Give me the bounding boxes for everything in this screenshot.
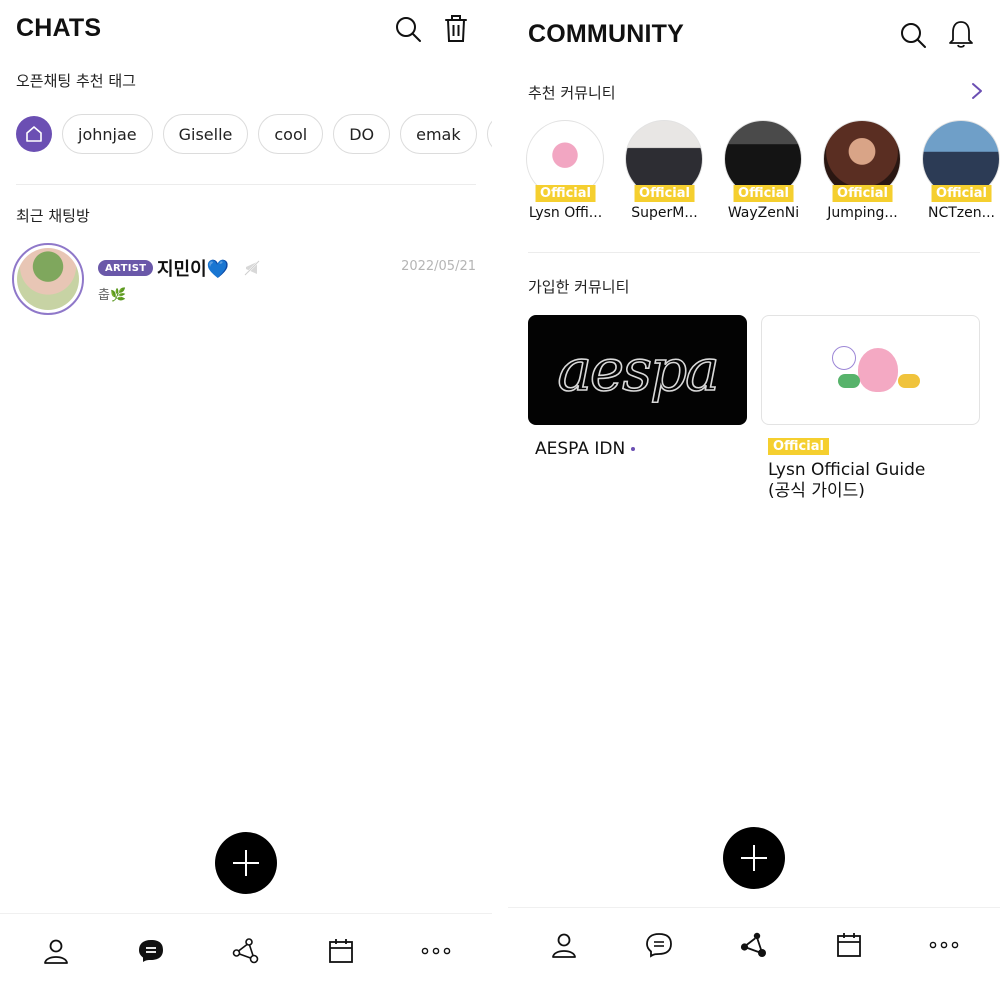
official-badge: Official xyxy=(931,185,992,202)
chat-icon[interactable] xyxy=(639,925,679,965)
official-badge: Official xyxy=(832,185,893,202)
more-icon[interactable] xyxy=(924,925,964,965)
new-chat-button[interactable] xyxy=(215,832,277,894)
chats-screen: CHATS 오픈채팅 추천 태그 johnjae Giselle cool DO… xyxy=(0,0,492,989)
chevron-right-icon[interactable] xyxy=(970,81,984,105)
mascot-friend xyxy=(838,374,860,388)
home-tag-button[interactable] xyxy=(16,116,52,152)
mascot-friend xyxy=(898,374,920,388)
artist-badge: ARTIST xyxy=(98,260,154,276)
search-icon[interactable] xyxy=(392,13,424,45)
recommended-list: Official Lysn Offi... Official SuperM...… xyxy=(526,120,1000,230)
tag-chip[interactable]: johnjae xyxy=(62,114,153,154)
official-badge: Official xyxy=(768,438,829,455)
home-icon xyxy=(26,126,42,142)
divider xyxy=(16,184,476,185)
chat-icon[interactable] xyxy=(131,931,171,971)
community-name: SuperM... xyxy=(631,205,698,221)
plus-icon xyxy=(233,850,259,876)
lysn-logo xyxy=(832,346,856,370)
official-badge: Official xyxy=(634,185,695,202)
create-community-button[interactable] xyxy=(723,827,785,889)
trash-icon[interactable] xyxy=(440,13,472,45)
community-name[interactable]: Lysn Official Guide (공식 가이드) xyxy=(768,460,925,502)
bottom-nav xyxy=(508,907,1000,981)
mute-icon xyxy=(243,259,261,281)
more-icon[interactable] xyxy=(416,931,456,971)
bell-icon[interactable] xyxy=(945,18,977,50)
community-icon[interactable] xyxy=(226,931,266,971)
community-name: WayZenNi xyxy=(727,205,800,221)
tag-chip[interactable]: emak xyxy=(400,114,477,154)
community-card-recommended[interactable]: Official SuperM... xyxy=(625,120,704,230)
recommended-communities-label: 추천 커뮤니티 xyxy=(528,84,616,102)
bear-mascot xyxy=(858,348,898,392)
page-title: CHATS xyxy=(16,14,102,42)
chat-last-message: 춥🌿 xyxy=(98,288,127,303)
joined-communities-label: 가입한 커뮤니티 xyxy=(528,278,630,296)
divider xyxy=(528,252,980,253)
avatar xyxy=(12,243,84,315)
official-badge: Official xyxy=(733,185,794,202)
unread-dot xyxy=(631,447,636,451)
recent-chats-label: 최근 채팅방 xyxy=(16,207,90,225)
tag-list: johnjae Giselle cool DO emak m xyxy=(16,114,492,154)
tag-chip[interactable]: DO xyxy=(333,114,391,154)
community-screen: COMMUNITY 추천 커뮤니티 Official Lysn Offi... … xyxy=(508,0,1000,989)
open-chat-tags-label: 오픈채팅 추천 태그 xyxy=(16,72,136,90)
calendar-icon[interactable] xyxy=(321,931,361,971)
bottom-nav xyxy=(0,913,492,987)
calendar-icon[interactable] xyxy=(829,925,869,965)
community-card-joined[interactable] xyxy=(761,315,980,425)
official-badge: Official xyxy=(535,185,596,202)
community-card-recommended[interactable]: Official NCTzen... xyxy=(922,120,1000,230)
community-card-recommended[interactable]: Official Lysn Offi... xyxy=(526,120,605,230)
panel-gutter xyxy=(492,0,508,989)
community-card-recommended[interactable]: Official Jumping... xyxy=(823,120,902,230)
profile-icon[interactable] xyxy=(36,931,76,971)
tag-chip[interactable]: cool xyxy=(258,114,324,154)
page-title: COMMUNITY xyxy=(528,20,684,48)
community-card-joined[interactable]: aespa xyxy=(528,315,747,425)
community-name[interactable]: AESPA IDN xyxy=(535,439,636,459)
profile-icon[interactable] xyxy=(544,925,584,965)
plus-icon xyxy=(741,845,767,871)
chat-room-name: 지민이💙 xyxy=(157,259,230,280)
search-icon[interactable] xyxy=(897,19,929,51)
community-name: NCTzen... xyxy=(928,205,995,221)
community-name: Jumping... xyxy=(827,205,898,221)
community-name: Lysn Offi... xyxy=(528,205,603,221)
chat-date: 2022/05/21 xyxy=(401,259,476,274)
community-card-recommended[interactable]: Official WayZenNi xyxy=(724,120,803,230)
tag-chip[interactable]: Giselle xyxy=(162,114,249,154)
aespa-logo: aespa xyxy=(557,335,721,405)
community-icon[interactable] xyxy=(734,925,774,965)
